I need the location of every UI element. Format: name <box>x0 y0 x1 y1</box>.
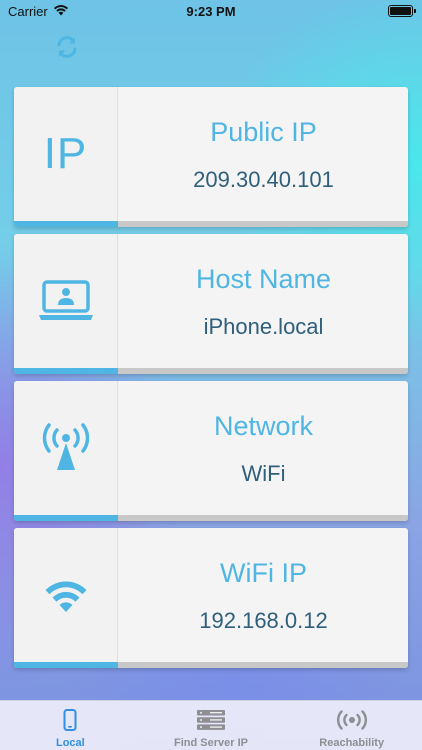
tab-local[interactable]: Local <box>0 701 141 750</box>
card-icon-cell: IP <box>14 87 118 221</box>
ip-text-icon: IP <box>43 129 88 178</box>
card-icon-cell <box>14 528 118 662</box>
tab-bar: Local Find Server IP Reachability <box>0 700 422 750</box>
status-bar: Carrier 9:23 PM <box>0 0 422 22</box>
card-title: Host Name <box>195 264 332 294</box>
network-card[interactable]: Network WiFi <box>14 381 408 521</box>
status-time: 9:23 PM <box>186 4 236 19</box>
card-value: 209.30.40.101 <box>193 167 334 192</box>
card-accent-bar <box>14 368 118 374</box>
phone-icon <box>63 709 77 731</box>
wifi-icon <box>45 581 86 612</box>
antenna-icon <box>42 423 89 470</box>
laptop-user-icon <box>38 280 93 320</box>
card-title: Network <box>213 411 314 441</box>
card-value: 192.168.0.12 <box>199 608 328 633</box>
broadcast-icon <box>336 710 367 730</box>
info-card-list: IP Public IP 209.30.40.101 Host Name iPh… <box>14 87 408 675</box>
wifi-ip-card[interactable]: WiFi IP 192.168.0.12 <box>14 528 408 668</box>
card-icon-cell <box>14 381 118 515</box>
battery-icon <box>388 5 416 17</box>
card-title: Public IP <box>210 117 317 147</box>
refresh-icon <box>57 36 77 58</box>
refresh-button[interactable] <box>52 32 82 62</box>
card-body: Host Name iPhone.local <box>119 234 408 368</box>
card-accent-bar <box>14 515 118 521</box>
card-body: Network WiFi <box>119 381 408 515</box>
card-body: WiFi IP 192.168.0.12 <box>119 528 408 662</box>
card-body: Public IP 209.30.40.101 <box>119 87 408 221</box>
tab-find-server-ip[interactable]: Find Server IP <box>141 701 282 750</box>
host-name-card[interactable]: Host Name iPhone.local <box>14 234 408 374</box>
card-title: WiFi IP <box>220 558 307 588</box>
tab-label: Reachability <box>319 737 385 749</box>
card-icon-cell <box>14 234 118 368</box>
public-ip-card[interactable]: IP Public IP 209.30.40.101 <box>14 87 408 227</box>
tab-label: Local <box>55 737 85 749</box>
tab-label: Find Server IP <box>174 737 248 749</box>
tab-reachability[interactable]: Reachability <box>281 701 422 750</box>
card-value: WiFi <box>241 461 286 486</box>
card-value: iPhone.local <box>203 314 324 339</box>
server-icon <box>197 710 225 730</box>
card-accent-bar <box>14 662 118 668</box>
card-accent-bar <box>14 221 118 227</box>
